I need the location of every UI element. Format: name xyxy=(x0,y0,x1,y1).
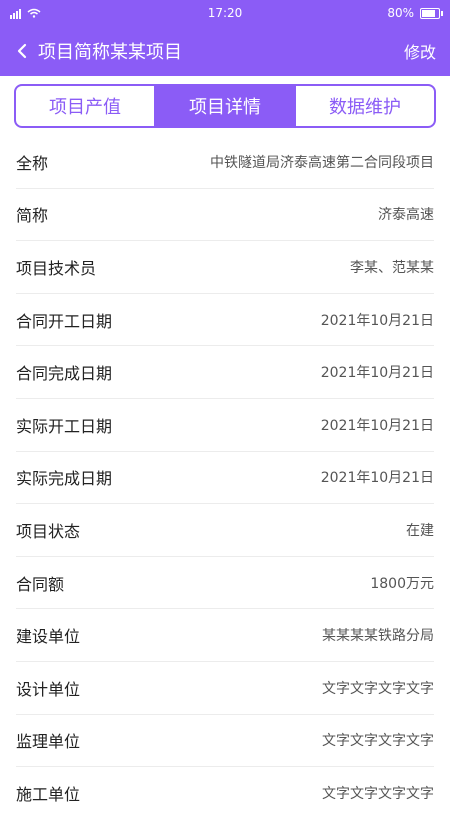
signal-icon xyxy=(10,7,21,19)
list-item: 项目状态 在建 xyxy=(16,504,434,557)
row-value: 在建 xyxy=(406,522,434,539)
row-label: 简称 xyxy=(16,206,49,226)
list-item: 监理单位 文字文字文字文字 xyxy=(16,715,434,768)
row-value: 中铁隧道局济泰高速第二合同段项目 xyxy=(210,154,434,171)
status-left xyxy=(10,7,41,19)
row-label: 设计单位 xyxy=(16,679,81,699)
list-item: 设计单位 文字文字文字文字 xyxy=(16,662,434,715)
nav-title-group: 项目简称某某项目 xyxy=(14,38,182,64)
status-right: 80% xyxy=(387,6,443,20)
row-value: 文字文字文字文字 xyxy=(322,733,434,750)
row-label: 实际完成日期 xyxy=(16,469,113,489)
tab-output-value[interactable]: 项目产值 xyxy=(16,86,156,126)
segment-container: 项目产值 项目详情 数据维护 xyxy=(0,76,450,138)
row-value: 1800万元 xyxy=(370,575,434,592)
row-label: 监理单位 xyxy=(16,732,81,752)
list-item: 合同开工日期 2021年10月21日 xyxy=(16,294,434,347)
edit-button[interactable]: 修改 xyxy=(404,39,436,63)
row-value: 李某、范某某 xyxy=(350,259,434,276)
list-item: 实际开工日期 2021年10月21日 xyxy=(16,399,434,452)
list-item: 实际完成日期 2021年10月21日 xyxy=(16,452,434,505)
tab-bar: 项目产值 项目详情 数据维护 xyxy=(14,84,436,128)
row-value: 济泰高速 xyxy=(378,207,434,224)
list-item: 建设单位 某某某某铁路分局 xyxy=(16,609,434,662)
row-label: 全称 xyxy=(16,153,49,173)
row-value: 2021年10月21日 xyxy=(320,365,434,382)
row-value: 某某某某铁路分局 xyxy=(322,628,434,645)
row-label: 施工单位 xyxy=(16,784,81,804)
row-value: 文字文字文字文字 xyxy=(322,680,434,697)
list-item: 项目技术员 李某、范某某 xyxy=(16,241,434,294)
status-time: 17:20 xyxy=(207,6,243,20)
list-item: 合同额 1800万元 xyxy=(16,557,434,610)
detail-list: 全称 中铁隧道局济泰高速第二合同段项目 简称 济泰高速 项目技术员 李某、范某某… xyxy=(0,136,450,819)
back-icon[interactable] xyxy=(14,43,30,59)
wifi-icon xyxy=(27,8,41,18)
list-item: 全称 中铁隧道局济泰高速第二合同段项目 xyxy=(16,136,434,189)
list-item: 施工单位 文字文字文字文字 xyxy=(16,767,434,819)
row-label: 实际开工日期 xyxy=(16,416,113,436)
status-bar: 17:20 80% xyxy=(0,0,450,26)
page-title: 项目简称某某项目 xyxy=(38,42,182,63)
row-value: 2021年10月21日 xyxy=(320,470,434,487)
row-value: 2021年10月21日 xyxy=(320,417,434,434)
tab-data-maintenance[interactable]: 数据维护 xyxy=(296,86,434,126)
row-label: 合同完成日期 xyxy=(16,364,113,384)
tab-project-details[interactable]: 项目详情 xyxy=(156,86,296,126)
row-label: 合同开工日期 xyxy=(16,311,113,331)
row-label: 项目技术员 xyxy=(16,258,97,278)
list-item: 简称 济泰高速 xyxy=(16,189,434,242)
battery-icon xyxy=(420,7,443,19)
row-value: 2021年10月21日 xyxy=(320,312,434,329)
row-label: 建设单位 xyxy=(16,627,81,647)
list-item: 合同完成日期 2021年10月21日 xyxy=(16,346,434,399)
row-label: 项目状态 xyxy=(16,521,81,541)
row-label: 合同额 xyxy=(16,574,65,594)
battery-percent: 80% xyxy=(387,6,414,20)
nav-bar: 项目简称某某项目 修改 xyxy=(0,26,450,76)
